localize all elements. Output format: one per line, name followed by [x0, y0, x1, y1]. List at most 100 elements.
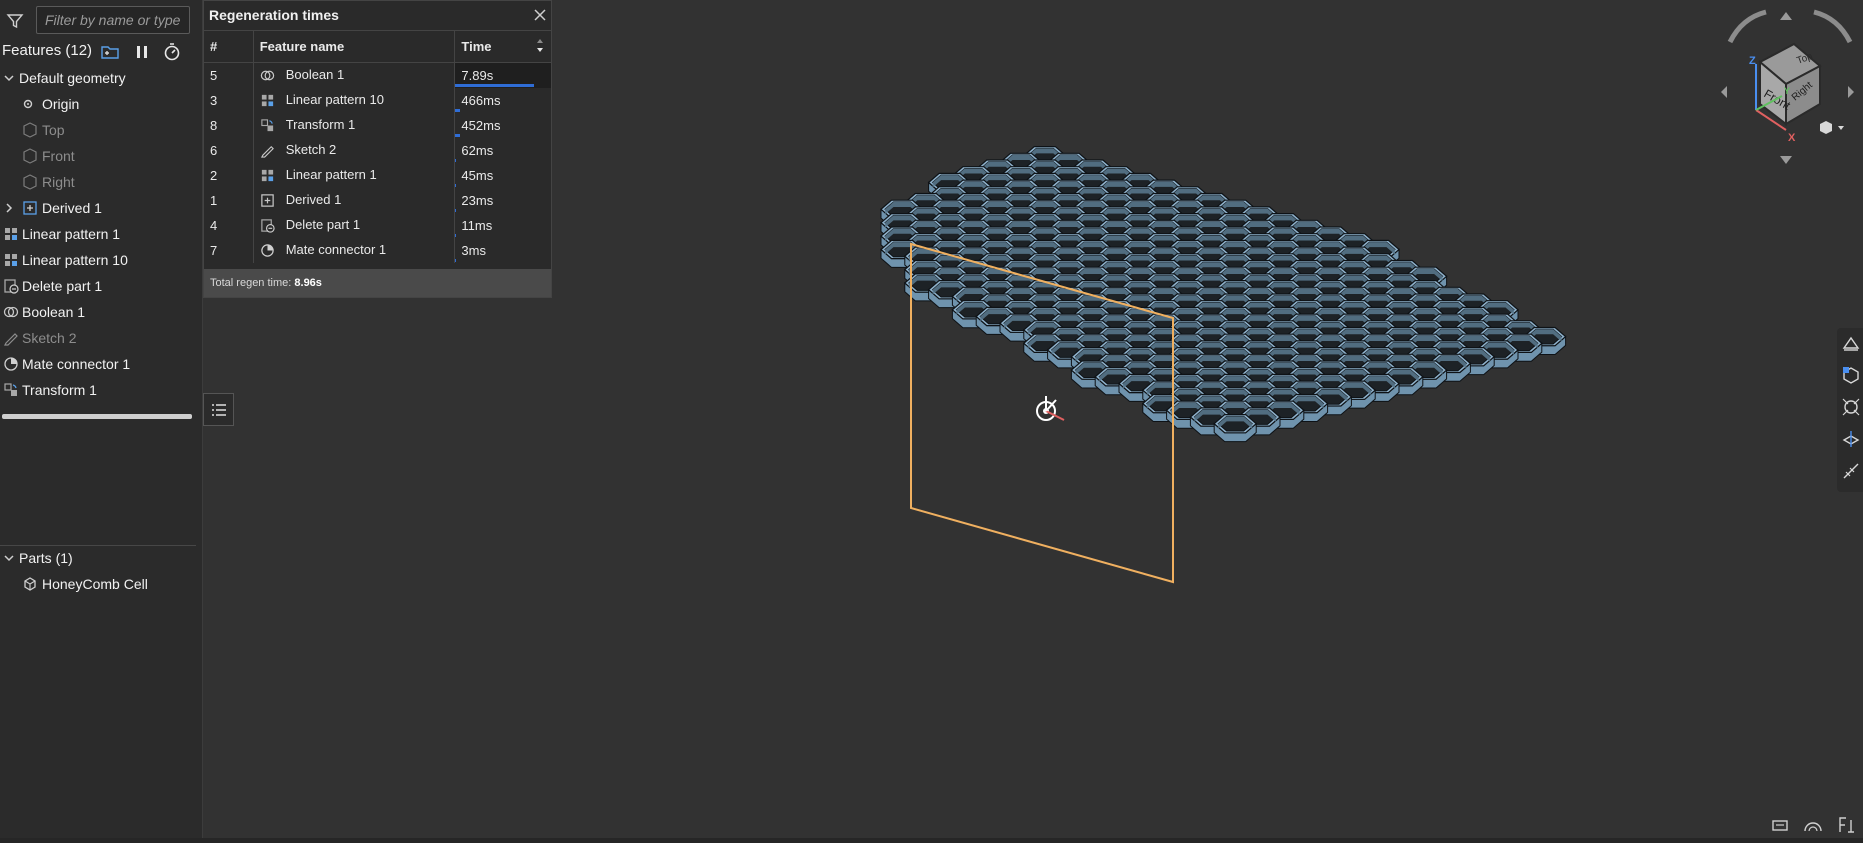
linear-pattern-icon — [5, 228, 17, 240]
table-header-row: # Feature name Time — [204, 30, 551, 63]
list-icon — [212, 404, 226, 416]
features-header: Features (12) — [0, 40, 202, 64]
tree-item-label: Default geometry — [19, 70, 126, 86]
linear-pattern-icon — [261, 94, 273, 107]
measure-icon[interactable] — [1840, 460, 1862, 482]
feature-name: Delete part 1 — [285, 217, 361, 232]
honeycomb-model[interactable] — [552, 0, 1863, 843]
features-title: Features (12) — [2, 42, 93, 59]
stopwatch-icon[interactable] — [162, 42, 182, 62]
column-header-num[interactable]: # — [204, 30, 254, 63]
section-view-icon[interactable] — [1840, 428, 1862, 450]
tree-item-label: Top — [42, 122, 65, 138]
feature-name-cell: Transform 1 — [253, 113, 456, 138]
exploded-view-icon[interactable] — [1840, 396, 1862, 418]
render-settings-icon[interactable] — [1840, 364, 1862, 386]
chevron-right-icon[interactable] — [3, 202, 15, 214]
curvature-icon[interactable] — [1803, 816, 1823, 834]
view-options-dropdown[interactable] — [1820, 121, 1844, 134]
table-row[interactable]: 6 Sketch 2 62ms — [204, 138, 551, 163]
table-row[interactable]: 5 Boolean 1 7.89s — [204, 62, 551, 88]
column-header-time[interactable]: Time — [454, 30, 551, 63]
table-row[interactable]: 3 Linear pattern 10 466ms — [204, 88, 551, 113]
transform-icon — [261, 119, 273, 132]
table-row[interactable]: 7 Mate connector 1 3ms — [204, 238, 551, 263]
arrow-down-icon[interactable] — [1780, 156, 1792, 164]
chevron-down-icon[interactable] — [1838, 126, 1844, 130]
column-header-feature-name[interactable]: Feature name — [253, 30, 456, 63]
time-cell: 452ms — [455, 113, 551, 138]
feature-name-cell: Sketch 2 — [253, 138, 456, 163]
row-number: 5 — [204, 62, 254, 88]
time-value: 452ms — [461, 118, 501, 133]
tree-item-label: Sketch 2 — [22, 330, 77, 346]
time-cell: 62ms — [455, 138, 551, 163]
tree-item-delete-part-1[interactable]: Delete part 1 — [0, 274, 200, 298]
parts-title: Parts (1) — [19, 550, 73, 566]
filter-icon[interactable] — [6, 12, 24, 30]
feature-name: Sketch 2 — [285, 142, 337, 157]
tree-item-linear-pattern-10[interactable]: Linear pattern 10 — [0, 248, 200, 272]
chevron-down-icon[interactable] — [3, 552, 15, 564]
tree-item-front-plane[interactable]: Front — [0, 144, 200, 168]
tree-item-right-plane[interactable]: Right — [0, 170, 200, 194]
linear-pattern-icon — [261, 169, 273, 182]
tree-item-boolean-1[interactable]: Boolean 1 — [0, 300, 200, 324]
mate-connector-icon — [4, 357, 18, 371]
view-cube[interactable]: Top Front Right Z X Y — [1720, 6, 1860, 166]
tree-item-label: HoneyComb Cell — [42, 576, 148, 592]
rotate-right-arrow-icon[interactable] — [1813, 9, 1853, 44]
mass-properties-icon[interactable] — [1770, 816, 1790, 834]
time-value: 23ms — [461, 193, 494, 208]
add-folder-icon[interactable] — [100, 42, 120, 62]
mate-connector-triad[interactable] — [1036, 396, 1065, 421]
tree-item-mate-connector-1[interactable]: Mate connector 1 — [0, 352, 200, 376]
tree-item-origin[interactable]: Origin — [0, 92, 200, 116]
row-number: 7 — [204, 238, 254, 263]
feature-name: Derived 1 — [285, 192, 342, 207]
time-bar — [455, 159, 457, 162]
feature-name-cell: Mate connector 1 — [253, 238, 456, 263]
table-row[interactable]: 1 Derived 1 23ms — [204, 188, 551, 213]
sketch-icon — [4, 333, 18, 346]
tree-item-label: Transform 1 — [22, 382, 97, 398]
tree-item-sketch-2[interactable]: Sketch 2 — [0, 326, 200, 350]
time-value: 3ms — [461, 243, 486, 258]
units-icon[interactable] — [1836, 816, 1856, 834]
list-toggle-button[interactable] — [203, 393, 234, 426]
tree-item-transform-1[interactable]: Transform 1 — [0, 378, 200, 402]
arrow-right-icon[interactable] — [1848, 86, 1854, 98]
tree-item-label: Front — [42, 148, 75, 164]
time-bar — [455, 259, 457, 262]
cube[interactable]: Top Front Right — [1758, 42, 1822, 127]
row-number: 3 — [204, 88, 254, 113]
table-row[interactable]: 8 Transform 1 452ms — [204, 113, 551, 138]
parts-header[interactable]: Parts (1) — [0, 546, 200, 570]
sketch-icon — [260, 145, 274, 158]
appearance-icon[interactable] — [1840, 332, 1862, 354]
pause-icon[interactable] — [132, 42, 152, 62]
arrow-left-icon[interactable] — [1721, 86, 1727, 98]
table-row[interactable]: 2 Linear pattern 1 45ms — [204, 163, 551, 188]
row-number: 1 — [204, 188, 254, 213]
part-icon — [24, 577, 36, 591]
tree-item-top-plane[interactable]: Top — [0, 118, 200, 142]
feature-name: Boolean 1 — [285, 67, 345, 82]
feature-name-cell: Boolean 1 — [253, 62, 456, 88]
tree-item-derived-1[interactable]: Derived 1 — [0, 196, 200, 220]
filter-input[interactable] — [36, 6, 190, 34]
time-value: 466ms — [461, 93, 501, 108]
arrow-up-icon[interactable] — [1780, 12, 1792, 20]
chevron-down-icon[interactable] — [3, 72, 15, 84]
sort-arrow-icon[interactable] — [535, 37, 545, 55]
row-number: 2 — [204, 163, 254, 188]
part-item-honeycomb-cell[interactable]: HoneyComb Cell — [0, 572, 200, 596]
close-icon[interactable] — [532, 7, 548, 23]
rotate-left-arrow-icon[interactable] — [1727, 9, 1767, 44]
tree-item-linear-pattern-1[interactable]: Linear pattern 1 — [0, 222, 200, 246]
tree-item-default-geometry[interactable]: Default geometry — [0, 66, 200, 90]
plane-icon — [23, 148, 37, 164]
table-row[interactable]: 4 Delete part 1 11ms — [204, 213, 551, 238]
graphics-viewport[interactable] — [552, 0, 1863, 843]
feature-list-scrollbar[interactable] — [2, 414, 192, 419]
